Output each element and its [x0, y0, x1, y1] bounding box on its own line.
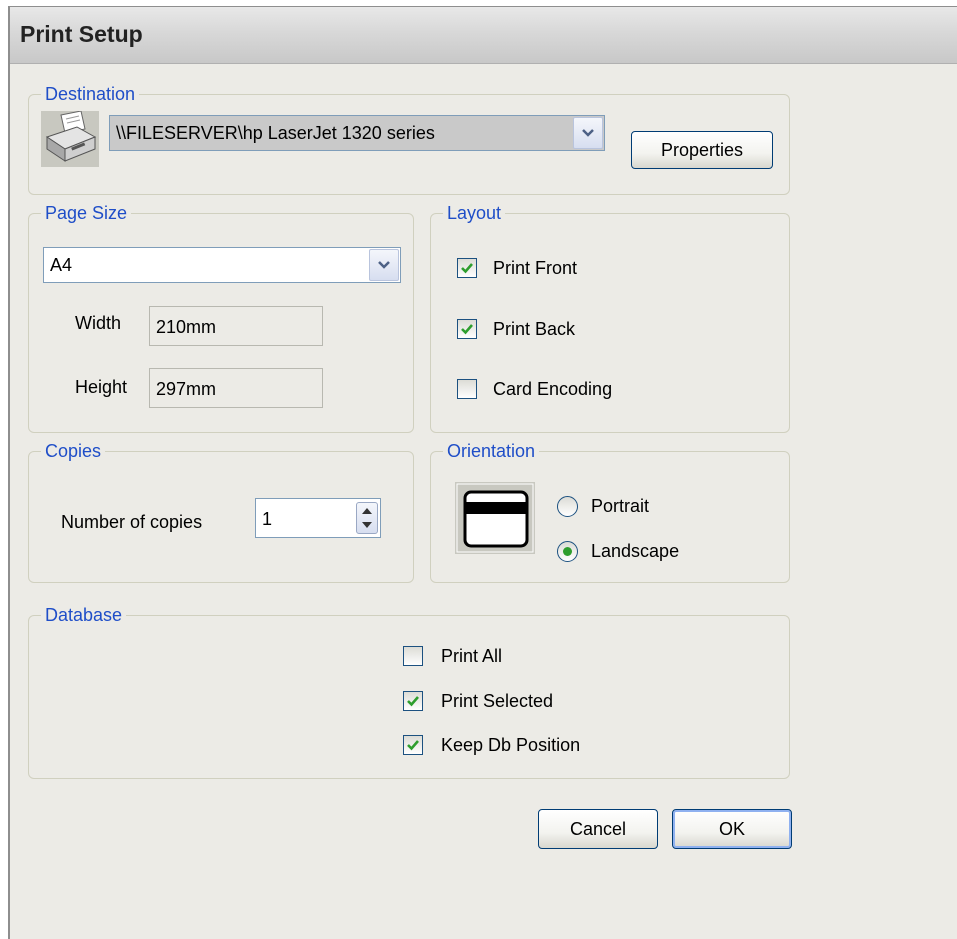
keep-db-position-label[interactable]: Keep Db Position: [441, 735, 580, 756]
landscape-label[interactable]: Landscape: [591, 541, 679, 562]
width-label: Width: [75, 313, 122, 333]
spinner-buttons[interactable]: [356, 502, 378, 534]
page-size-select[interactable]: A4: [43, 247, 401, 283]
copies-group: Copies Number of copies 1: [28, 440, 414, 583]
page-size-group: Page Size A4 Width 210mm Height 297mm: [28, 202, 414, 433]
arrow-down-icon[interactable]: [361, 520, 373, 530]
database-group-label: Database: [41, 604, 127, 626]
orientation-group-label: Orientation: [443, 440, 540, 462]
portrait-radio[interactable]: [557, 496, 578, 517]
print-all-label[interactable]: Print All: [441, 646, 502, 667]
print-back-label[interactable]: Print Back: [493, 319, 575, 340]
print-selected-label[interactable]: Print Selected: [441, 691, 553, 712]
chevron-down-icon[interactable]: [573, 117, 603, 149]
print-front-checkbox[interactable]: [457, 258, 477, 278]
printer-select[interactable]: \\FILESERVER\hp LaserJet 1320 series: [109, 115, 605, 151]
printer-select-value: \\FILESERVER\hp LaserJet 1320 series: [116, 123, 435, 143]
database-group: Database Print All Print Selected Keep D…: [28, 604, 790, 779]
arrow-up-icon[interactable]: [361, 506, 373, 516]
window-title: Print Setup: [20, 21, 143, 47]
landscape-radio[interactable]: [557, 541, 578, 562]
destination-group-label: Destination: [41, 83, 140, 105]
title-bar[interactable]: Print Setup: [10, 7, 957, 64]
width-value: 210mm: [156, 317, 217, 337]
height-label: Height: [75, 377, 128, 397]
card-landscape-icon: [455, 482, 535, 554]
printer-icon: [41, 110, 99, 167]
cancel-button[interactable]: Cancel: [538, 809, 658, 849]
card-encoding-label[interactable]: Card Encoding: [493, 379, 612, 400]
height-value: 297mm: [156, 379, 217, 399]
copies-spinner[interactable]: 1: [255, 498, 381, 538]
print-selected-checkbox[interactable]: [403, 691, 423, 711]
card-encoding-checkbox[interactable]: [457, 379, 477, 399]
chevron-down-icon[interactable]: [369, 249, 399, 281]
portrait-label[interactable]: Portrait: [591, 496, 649, 517]
radio-selected-dot: [563, 547, 572, 556]
destination-group: Destination \\FILESERVER\hp LaserJet 132…: [28, 83, 790, 195]
number-of-copies-label: Number of copies: [61, 512, 203, 532]
ok-button[interactable]: OK: [672, 809, 792, 849]
print-front-label[interactable]: Print Front: [493, 258, 577, 279]
print-all-checkbox[interactable]: [403, 646, 423, 666]
layout-group: Layout Print Front Print Back Card Encod…: [430, 202, 790, 433]
properties-button[interactable]: Properties: [631, 131, 773, 169]
layout-group-label: Layout: [443, 202, 506, 224]
page-size-group-label: Page Size: [41, 202, 132, 224]
width-field: 210mm: [149, 306, 323, 346]
copies-value[interactable]: 1: [262, 509, 272, 530]
copies-group-label: Copies: [41, 440, 106, 462]
print-setup-dialog: Print Setup Destination \\FILESERVER\hp …: [8, 6, 957, 939]
print-back-checkbox[interactable]: [457, 319, 477, 339]
orientation-group: Orientation Portrait Landscape: [430, 440, 790, 583]
height-field: 297mm: [149, 368, 323, 408]
keep-db-position-checkbox[interactable]: [403, 735, 423, 755]
page-size-select-value: A4: [50, 255, 73, 275]
